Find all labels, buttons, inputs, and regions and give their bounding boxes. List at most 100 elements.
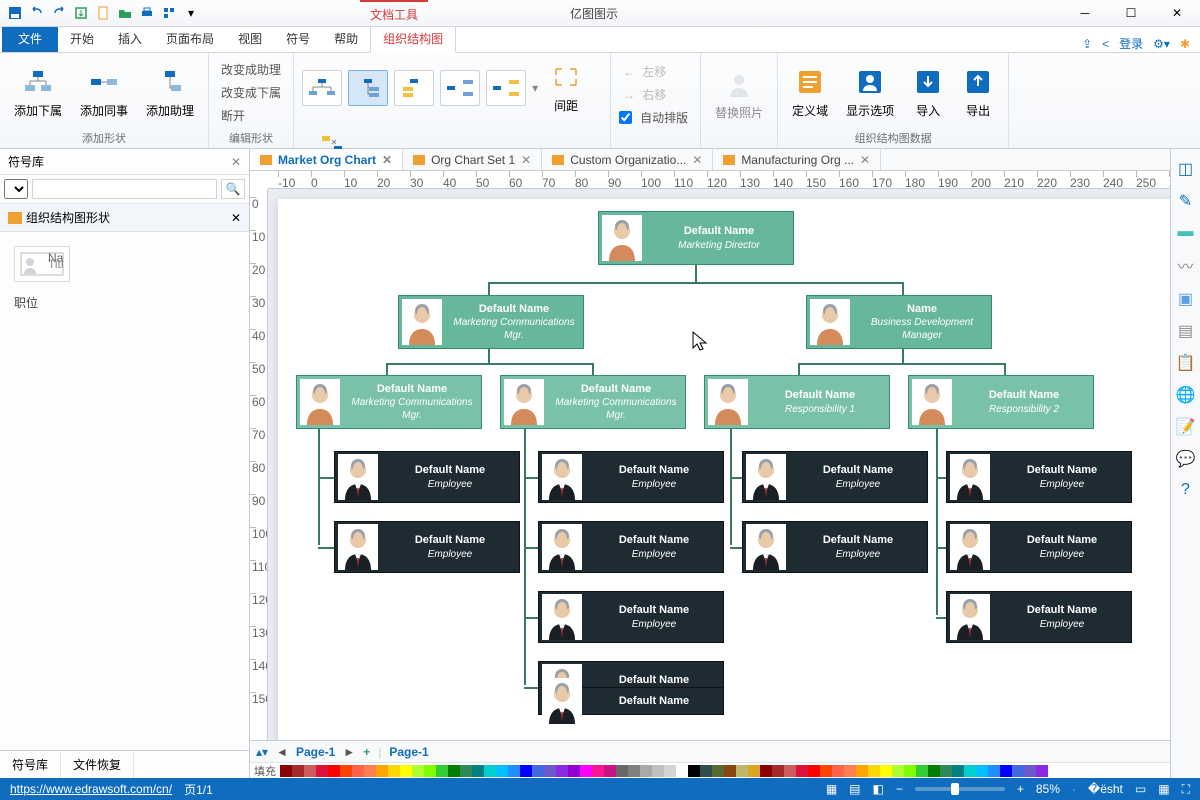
color-swatch[interactable] [640,765,652,777]
color-swatch[interactable] [1024,765,1036,777]
org-node[interactable]: Default NameMarketing Communications Mgr… [296,375,482,429]
color-swatch[interactable] [976,765,988,777]
color-swatch[interactable] [712,765,724,777]
page[interactable]: Default NameMarketing Director Default Na… [278,199,1170,740]
zoom-slider[interactable] [915,787,1005,791]
color-swatch[interactable] [736,765,748,777]
color-swatch[interactable] [628,765,640,777]
apps-icon[interactable]: ✱ [1180,37,1190,51]
close-tab-icon[interactable]: ✕ [860,153,870,167]
color-swatch[interactable] [604,765,616,777]
spacing-button[interactable]: 间距 [544,57,588,118]
color-swatch[interactable] [760,765,772,777]
color-swatch[interactable] [856,765,868,777]
tab-home[interactable]: 开始 [58,25,106,52]
color-swatch[interactable] [472,765,484,777]
line-icon[interactable]: 〰 [1177,253,1193,277]
close-tab-icon[interactable]: ✕ [521,153,531,167]
fill-icon[interactable]: ▬ [1178,223,1194,241]
color-swatch[interactable] [748,765,760,777]
color-swatch[interactable] [700,765,712,777]
color-swatch[interactable] [292,765,304,777]
org-node[interactable]: Default NameResponsibility 1 [704,375,890,429]
collapse-icon[interactable]: ✕ [231,211,241,225]
color-swatch[interactable] [904,765,916,777]
color-swatch[interactable] [772,765,784,777]
view-normal-icon[interactable]: ▦ [826,782,837,796]
color-swatch[interactable] [832,765,844,777]
status-url[interactable]: https://www.edrawsoft.com/cn/ [10,782,172,796]
import-button[interactable]: 导入 [906,62,950,123]
zoom-in-icon[interactable]: + [1017,782,1024,796]
color-swatch[interactable] [892,765,904,777]
color-swatch[interactable] [844,765,856,777]
sidebar-close-icon[interactable]: ✕ [231,155,241,169]
org-node[interactable]: Default NameEmployee [538,591,724,643]
color-swatch[interactable] [964,765,976,777]
color-swatch[interactable] [388,765,400,777]
org-node[interactable]: Default NameEmployee [334,521,520,573]
org-node[interactable]: NameBusiness Development Manager [806,295,992,349]
color-swatch[interactable] [424,765,436,777]
document-tab[interactable]: Custom Organizatio...✕ [542,149,713,170]
color-swatch[interactable] [808,765,820,777]
qat-undo-icon[interactable] [28,4,46,22]
qat-dropdown-icon[interactable]: ▾ [182,4,200,22]
color-swatch[interactable] [544,765,556,777]
color-swatch[interactable] [724,765,736,777]
search-input[interactable] [32,179,217,199]
color-swatch[interactable] [868,765,880,777]
grid-icon[interactable]: ▦ [1158,782,1169,796]
layout-style-5[interactable] [486,70,526,106]
org-node[interactable]: Default NameMarketing Director [598,211,794,265]
add-subordinate-button[interactable]: 添加下属 [8,62,68,123]
qat-options-icon[interactable] [160,4,178,22]
add-assistant-button[interactable]: 添加助理 [140,62,200,123]
color-swatch[interactable] [436,765,448,777]
org-node[interactable]: Default NameEmployee [538,451,724,503]
color-swatch[interactable] [1000,765,1012,777]
org-node[interactable]: Default NameEmployee [538,521,724,573]
close-tab-icon[interactable]: ✕ [692,153,702,167]
color-swatch[interactable] [508,765,520,777]
tab-view[interactable]: 视图 [226,25,274,52]
color-swatch[interactable] [1012,765,1024,777]
org-node[interactable]: Default NameMarketing Communications Mgr… [500,375,686,429]
color-swatch[interactable] [400,765,412,777]
minimize-button[interactable]: ─ [1062,0,1108,27]
qat-redo-icon[interactable] [50,4,68,22]
color-swatch[interactable] [556,765,568,777]
fit-page-icon[interactable]: �ësht [1088,782,1123,796]
layout-style-2[interactable] [348,70,388,106]
org-node[interactable]: Default NameEmployee [742,521,928,573]
zoom-out-icon[interactable]: − [896,782,903,796]
color-swatch[interactable] [592,765,604,777]
org-node[interactable]: Default NameResponsibility 2 [908,375,1094,429]
color-swatch[interactable] [580,765,592,777]
settings-icon[interactable]: ⚙▾ [1153,37,1170,51]
search-button[interactable]: 🔍 [221,179,245,199]
qat-new-icon[interactable] [94,4,112,22]
add-page-icon[interactable]: + [363,745,370,759]
color-swatch[interactable] [364,765,376,777]
color-swatch[interactable] [376,765,388,777]
share-icon[interactable]: ⇪ [1082,37,1092,51]
color-swatch[interactable] [280,765,292,777]
tab-page-layout[interactable]: 页面布局 [154,25,226,52]
layout-style-4[interactable] [440,70,480,106]
fullscreen-icon[interactable]: ⛶ [1182,782,1190,797]
auto-layout-checkbox[interactable]: 自动排版 [619,108,692,127]
color-swatch[interactable] [328,765,340,777]
sidebar-tab-library[interactable]: 符号库 [0,751,61,778]
layout-style-1[interactable] [302,70,342,106]
close-button[interactable]: ✕ [1154,0,1200,27]
color-swatch[interactable] [532,765,544,777]
tab-org-chart[interactable]: 组织结构图 [370,24,456,53]
qat-print-icon[interactable] [138,4,156,22]
help-icon[interactable]: ? [1181,481,1190,499]
color-swatch[interactable] [820,765,832,777]
org-node[interactable]: Default NameEmployee [334,451,520,503]
layout-style-3[interactable] [394,70,434,106]
qat-open-icon[interactable] [116,4,134,22]
login-link[interactable]: 登录 [1119,35,1143,52]
